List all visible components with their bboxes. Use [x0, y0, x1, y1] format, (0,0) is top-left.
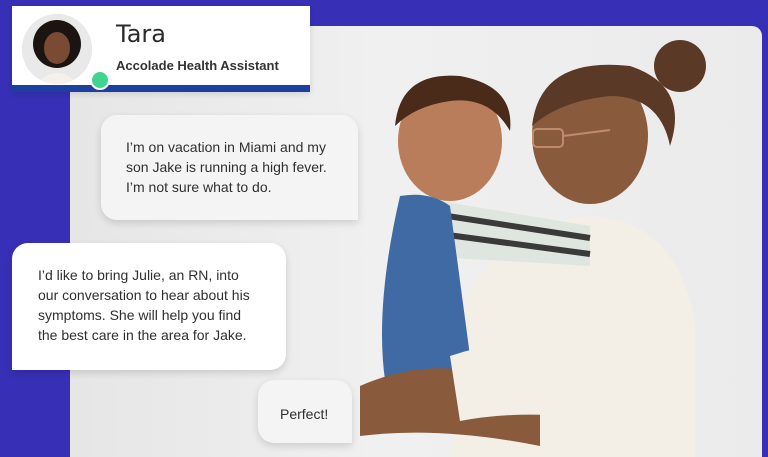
message-line: symptoms. She will help you find [38, 307, 242, 323]
message-line: Perfect! [280, 406, 329, 422]
message-line: the best care in the area for Jake. [38, 327, 247, 343]
assistant-name: Tara [116, 20, 166, 48]
chat-message-assistant: I’d like to bring Julie, an RN, into our… [12, 243, 286, 370]
message-line: I’m not sure what to do. [126, 179, 272, 195]
assistant-role: Accolade Health Assistant [116, 58, 279, 73]
message-line: son Jake is running a high fever. [126, 159, 327, 175]
message-line: our conversation to hear about his [38, 287, 250, 303]
online-status-indicator [90, 70, 110, 90]
message-line: I’m on vacation in Miami and my [126, 139, 326, 155]
assistant-profile-card: Tara Accolade Health Assistant [12, 6, 310, 92]
assistant-avatar [22, 14, 92, 84]
message-line: I’d like to bring Julie, an RN, into [38, 267, 239, 283]
chat-message-user: Perfect! [258, 380, 352, 443]
chat-message-user: I’m on vacation in Miami and my son Jake… [101, 115, 358, 220]
